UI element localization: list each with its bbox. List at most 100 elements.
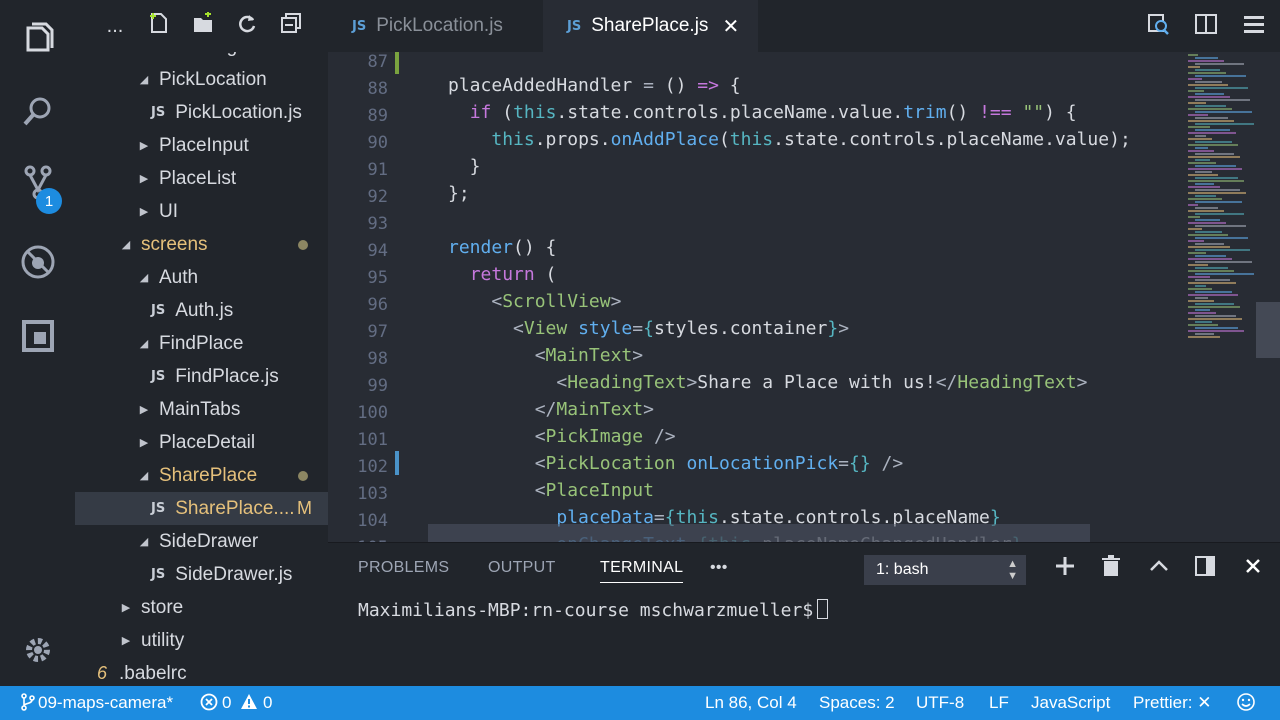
tree-folder[interactable]: ◢ FindPlace — [75, 327, 328, 360]
panel-more-button[interactable]: ••• — [710, 559, 728, 577]
tab-problems[interactable]: PROBLEMS — [358, 559, 449, 577]
tree-file[interactable]: JS PickLocation.js — [75, 96, 328, 129]
maximize-panel-icon[interactable] — [1148, 555, 1170, 583]
toggle-panel-position-icon[interactable] — [1194, 555, 1216, 583]
minimap-line — [1195, 147, 1208, 149]
cursor-position[interactable]: Ln 86, Col 4 — [705, 693, 797, 713]
tab-terminal[interactable]: TERMINAL — [600, 559, 684, 583]
minimap-line — [1188, 84, 1228, 86]
minimap-line — [1195, 171, 1212, 173]
explorer-toolbar: ... — [75, 0, 328, 52]
minimap-line — [1188, 216, 1200, 218]
minimap-line — [1188, 270, 1234, 272]
minimap-line — [1188, 96, 1230, 98]
tree-folder[interactable]: ▶ UI — [75, 195, 328, 228]
git-branch-icon[interactable] — [20, 693, 36, 716]
new-terminal-icon[interactable] — [1054, 555, 1076, 583]
bottom-panel: PROBLEMS OUTPUT TERMINAL ••• 1: bash ▲ ▼ … — [328, 542, 1280, 686]
debug-icon[interactable] — [0, 232, 75, 292]
encoding[interactable]: UTF-8 — [916, 693, 964, 713]
minimap[interactable] — [1186, 52, 1280, 542]
tab-picklocation[interactable]: JS PickLocation.js — [328, 0, 543, 52]
editor-tab-bar: JS PickLocation.js JS SharePlace.js ✕ — [328, 0, 1280, 52]
close-panel-icon[interactable] — [1242, 555, 1264, 583]
minimap-line — [1195, 285, 1206, 287]
code-editor[interactable]: 87 88 89 90 91 92 93 94 95 96 97 98 99 100 101 102 103 10… — [328, 52, 1280, 542]
minimap-line — [1195, 183, 1214, 185]
collapse-all-icon[interactable] — [279, 12, 303, 40]
tree-file[interactable]: JS SideDrawer.js — [75, 558, 328, 591]
minimap-slider[interactable] — [1256, 302, 1280, 358]
tree-folder[interactable]: ◢ Auth — [75, 261, 328, 294]
git-branch[interactable]: 09-maps-camera* — [38, 693, 173, 713]
feedback-icon[interactable] — [1236, 692, 1256, 717]
new-folder-icon[interactable] — [191, 11, 215, 40]
prettier-status[interactable]: Prettier: ✕ — [1133, 693, 1211, 713]
code-line: if (this.state.controls.placeName.value.… — [469, 102, 1077, 123]
tree-folder[interactable]: ▶ store — [75, 591, 328, 624]
js-file-icon: JS — [151, 105, 166, 120]
settings-gear-icon[interactable] — [0, 620, 75, 680]
search-icon[interactable] — [0, 82, 75, 142]
minimap-line — [1195, 195, 1216, 197]
minimap-line — [1195, 57, 1218, 59]
code-line: render() { — [448, 237, 557, 258]
tree-folder[interactable]: ▶ utility — [75, 624, 328, 657]
tab-label: SharePlace.js — [591, 15, 709, 36]
extensions-icon[interactable] — [0, 306, 75, 366]
split-editor-icon[interactable] — [1194, 12, 1218, 42]
chevron-right-icon: ▶ — [139, 404, 149, 416]
kill-terminal-icon[interactable] — [1100, 555, 1122, 583]
tree-file[interactable]: JS FindPlace.js — [75, 360, 328, 393]
tree-file[interactable]: JS Auth.js — [75, 294, 328, 327]
horizontal-scrollbar[interactable] — [428, 524, 1090, 542]
minimap-line — [1195, 225, 1246, 227]
errors-icon[interactable] — [200, 693, 218, 716]
language-mode[interactable]: JavaScript — [1031, 693, 1110, 713]
warning-count[interactable]: 0 — [263, 693, 272, 713]
tree-folder[interactable]: 6 .babelrc — [75, 657, 328, 686]
open-changes-icon[interactable] — [1146, 12, 1170, 42]
tree-folder[interactable]: ▶ PlaceList — [75, 162, 328, 195]
terminal-prompt: Maximilians-MBP:rn-course mschwarzmuelle… — [358, 600, 814, 621]
close-tab-icon[interactable]: ✕ — [722, 14, 739, 39]
indentation[interactable]: Spaces: 2 — [819, 693, 895, 713]
minimap-line — [1188, 90, 1204, 92]
tab-shareplace[interactable]: JS SharePlace.js ✕ — [543, 0, 758, 52]
minimap-line — [1195, 327, 1238, 329]
minimap-line — [1195, 297, 1208, 299]
minimap-line — [1195, 237, 1248, 239]
tree-item-label: SharePlace — [159, 464, 258, 486]
explorer-icon[interactable] — [0, 8, 75, 68]
tree-item-label: UI — [159, 200, 178, 222]
tree-folder[interactable]: ◢ SideDrawer — [75, 525, 328, 558]
terminal-output[interactable]: Maximilians-MBP:rn-course mschwarzmuelle… — [358, 599, 829, 621]
tree-item-label: screens — [141, 233, 208, 255]
tree-file[interactable]: JS SharePlace.... M — [75, 492, 328, 525]
tree-folder[interactable]: ▶ PlaceDetail — [75, 426, 328, 459]
tab-output[interactable]: OUTPUT — [488, 559, 556, 577]
tree-folder[interactable]: ◢ PickLocation — [75, 63, 328, 96]
more-actions-button[interactable]: ... — [103, 15, 127, 38]
error-count[interactable]: 0 — [222, 693, 231, 713]
line-number: 89 — [367, 106, 388, 126]
explorer-sidebar: ◢PickImage◢PickLocationJSPickLocation.js… — [75, 0, 328, 686]
file-tree: ◢PickImage◢PickLocationJSPickLocation.js… — [75, 30, 328, 686]
minimap-line — [1188, 162, 1216, 164]
minimap-line — [1195, 177, 1238, 179]
warnings-icon[interactable] — [240, 693, 258, 716]
refresh-icon[interactable] — [235, 12, 259, 40]
minimap-line — [1188, 192, 1246, 194]
more-actions-icon[interactable] — [1242, 12, 1266, 42]
tree-folder[interactable]: ◢ SharePlace — [75, 459, 328, 492]
new-file-icon[interactable] — [147, 12, 171, 40]
minimap-line — [1188, 222, 1226, 224]
minimap-line — [1188, 78, 1202, 80]
tree-folder[interactable]: ◢ screens — [75, 228, 328, 261]
minimap-line — [1195, 165, 1236, 167]
tree-folder[interactable]: ▶ MainTabs — [75, 393, 328, 426]
line-ending[interactable]: LF — [989, 693, 1009, 713]
minimap-line — [1195, 273, 1254, 275]
tree-folder[interactable]: ▶ PlaceInput — [75, 129, 328, 162]
terminal-select[interactable]: 1: bash ▲ ▼ — [864, 555, 1026, 585]
